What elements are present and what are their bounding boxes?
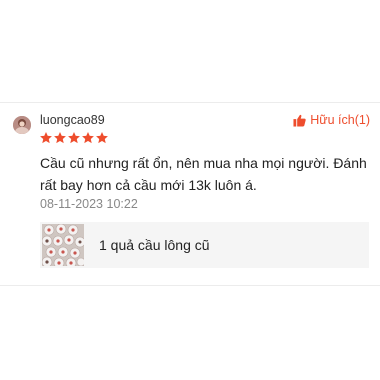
product-name: 1 quả cầu lông cũ [99, 237, 210, 253]
avatar[interactable] [13, 116, 31, 134]
review-text: Cầu cũ nhưng rất ổn, nên mua nha mọi ngư… [40, 155, 367, 193]
top-divider [0, 102, 380, 103]
product-card[interactable]: 1 quả cầu lông cũ [40, 222, 369, 268]
star-icon [82, 132, 94, 144]
helpful-label: Hữu ích(1) [310, 113, 370, 127]
star-icon [40, 132, 52, 144]
bottom-divider [0, 285, 380, 286]
avatar-image [13, 116, 31, 134]
rating-stars [40, 132, 108, 144]
star-icon [54, 132, 66, 144]
review-date: 08-11-2023 10:22 [40, 197, 138, 211]
shuttlecock-photo [42, 224, 84, 266]
username[interactable]: luongcao89 [40, 113, 105, 127]
helpful-button[interactable]: Hữu ích(1) [293, 113, 370, 127]
star-icon [96, 132, 108, 144]
product-thumbnail [42, 224, 84, 266]
review-screenshot: luongcao89 Hữu ích(1) Cầu cũ nhưng rất ổ… [0, 0, 380, 380]
thumbs-up-icon [293, 114, 306, 127]
star-icon [68, 132, 80, 144]
